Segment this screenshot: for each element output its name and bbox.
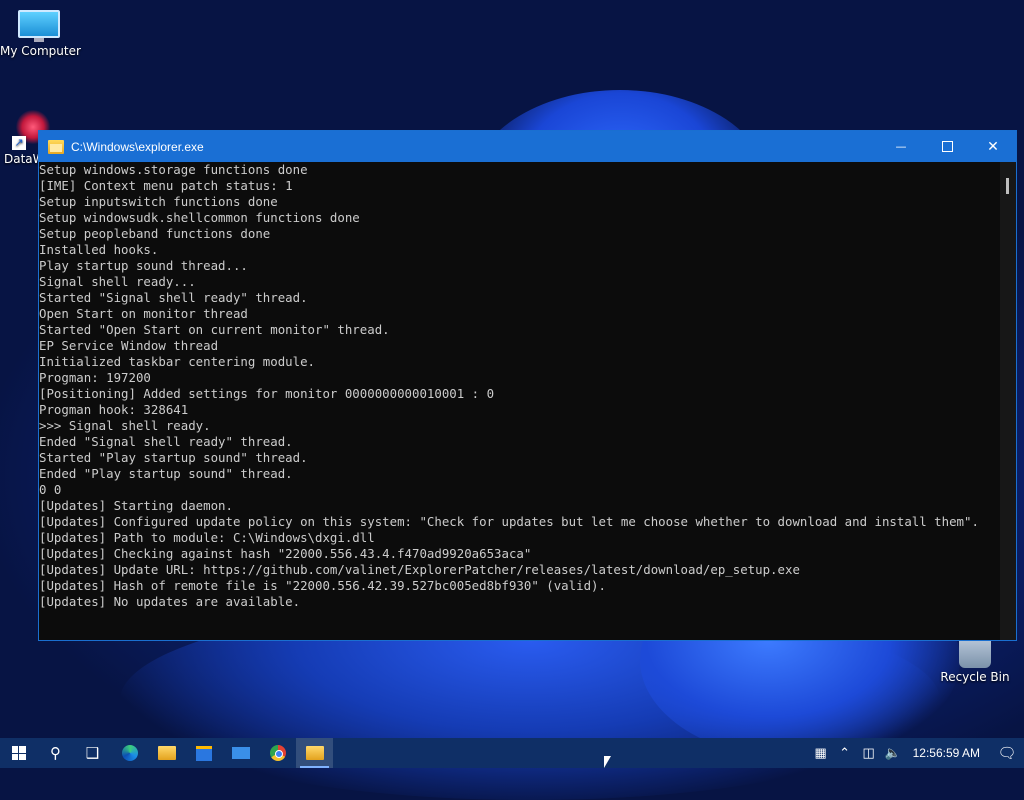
edge-icon [121,745,138,761]
taskbar-file-explorer[interactable] [148,738,185,768]
volume-icon[interactable]: 🔈 [881,745,905,761]
console-window[interactable]: C:\Windows\explorer.exe — ✕ Setup window… [38,130,1017,641]
chevron-up-icon[interactable]: ⌃ [833,745,857,761]
console-line: Started "Play startup sound" thread. [39,450,308,465]
console-line: EP Service Window thread [39,338,219,353]
desktop-icon-recycle-bin[interactable]: Recycle Bin [936,638,1014,684]
minimize-button[interactable]: — [878,131,924,162]
console-line: [Updates] Hash of remote file is "22000.… [39,578,606,593]
explorer-window-icon [305,746,324,760]
close-icon: ✕ [987,138,999,155]
close-button[interactable]: ✕ [970,131,1016,162]
system-tray: ▦ ⌃ ◫ 🔈 12:56:59 AM 🗨 [809,738,1024,768]
console-line: Setup peopleband functions done [39,226,271,241]
network-icon[interactable]: ◫ [857,745,881,761]
console-line: Setup windowsudk.shellcommon functions d… [39,210,360,225]
console-line: Ended "Play startup sound" thread. [39,466,293,481]
console-line: [Positioning] Added settings for monitor… [39,386,495,401]
desktop-icon-label: Recycle Bin [940,670,1010,684]
console-line: 0 0 [39,482,62,497]
search-icon: ⚲ [50,744,61,762]
taskbar-store[interactable] [185,738,222,768]
console-line: Setup windows.storage functions done [39,162,308,177]
console-line: [Updates] No updates are available. [39,594,301,609]
desktop-icon-my-computer[interactable]: My Computer [0,10,81,58]
console-line: [Updates] Checking against hash "22000.5… [39,546,532,561]
console-line: Setup inputswitch functions done [39,194,278,209]
maximize-icon [941,141,953,152]
desktop-icon-label: My Computer [0,44,81,58]
console-line: Progman hook: 328641 [39,402,189,417]
recycle-bin-icon [959,638,991,668]
window-titlebar[interactable]: C:\Windows\explorer.exe — ✕ [39,131,1016,162]
keyboard-icon[interactable]: ▦ [809,745,833,761]
start-button[interactable] [0,738,37,768]
notification-icon[interactable]: 🗨 [990,738,1024,768]
console-line: Play startup sound thread... [39,258,248,273]
clock[interactable]: 12:56:59 AM [905,746,990,760]
search-button[interactable]: ⚲ [37,738,74,768]
task-view-button[interactable]: ❑ [74,738,111,768]
console-line: Installed hooks. [39,242,159,257]
chrome-icon [269,745,286,761]
console-line: Signal shell ready... [39,274,196,289]
console-line: Started "Open Start on current monitor" … [39,322,390,337]
folder-icon [48,139,64,154]
monitor-icon [18,10,60,42]
console-line: Ended "Signal shell ready" thread. [39,434,293,449]
console-line: [Updates] Starting daemon. [39,498,233,513]
vertical-scrollbar[interactable] [1000,162,1016,640]
console-line: [Updates] Configured update policy on th… [39,514,979,529]
store-icon [195,745,212,761]
console-line: Started "Signal shell ready" thread. [39,290,308,305]
console-line: [Updates] Path to module: C:\Windows\dxg… [39,530,375,545]
scrollbar-thumb[interactable] [1006,178,1009,194]
console-line: Initialized taskbar centering module. [39,354,316,369]
console-line: >>> Signal shell ready. [39,418,211,433]
maximize-button[interactable] [924,131,970,162]
taskbar-chrome[interactable] [259,738,296,768]
mail-icon [231,747,250,759]
taskbar-mail[interactable] [222,738,259,768]
mouse-cursor-icon [604,756,611,768]
file-explorer-icon [157,746,176,760]
taskbar-explorer-console[interactable] [296,738,333,768]
taskbar-edge[interactable] [111,738,148,768]
console-line: [Updates] Update URL: https://github.com… [39,562,800,577]
window-title: C:\Windows\explorer.exe [71,139,204,154]
console-line: [IME] Context menu patch status: 1 [39,178,293,193]
minimize-icon: — [895,140,907,153]
console-line: Progman: 197200 [39,370,151,385]
task-view-icon: ❑ [85,744,100,762]
console-line: Open Start on monitor thread [39,306,248,321]
windows-logo-icon [11,746,26,760]
console-output[interactable]: Setup windows.storage functions done [IME… [39,162,1001,640]
taskbar: ⚲ ❑ ▦ ⌃ ◫ 🔈 12:56:59 AM 🗨 [0,738,1024,768]
